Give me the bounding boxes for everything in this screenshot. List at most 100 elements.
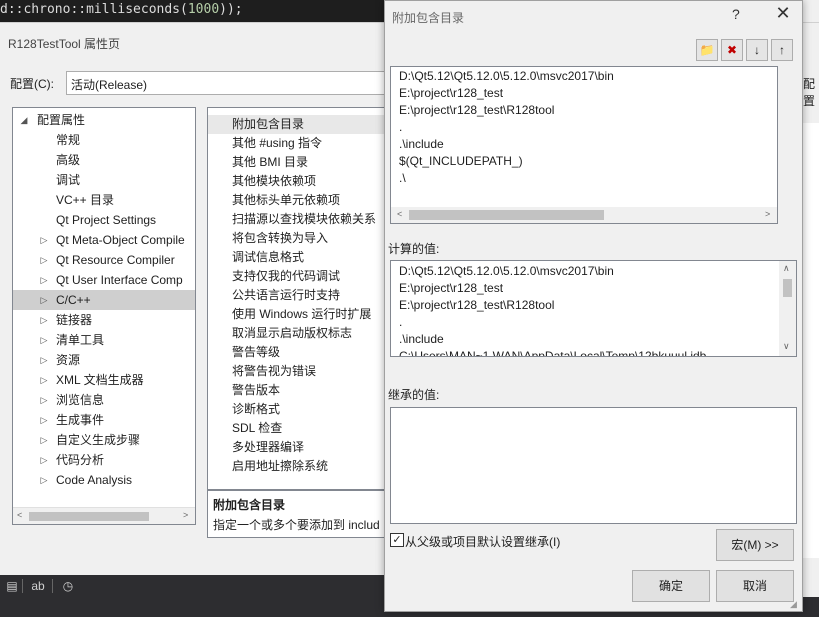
collapsed-arrow-icon[interactable]: ▷ (39, 270, 49, 290)
collapsed-arrow-icon[interactable]: ▷ (39, 330, 49, 350)
tree-item[interactable]: ▷ 生成事件 (13, 410, 195, 430)
property-tree[interactable]: ◢ 配置属性 常规 高级 调试 VC++ 目录 Qt Project Settings ▷ Qt… (12, 107, 196, 525)
include-dir-line[interactable]: $(Qt_INCLUDEPATH_) (399, 153, 523, 170)
include-dir-line[interactable]: D:\Qt5.12\Qt5.12.0\5.12.0\msvc2017\bin (399, 68, 614, 85)
property-row[interactable]: SDL 检查 (208, 419, 386, 438)
property-row[interactable]: 将包含转换为导入 (208, 229, 386, 248)
scroll-down-icon[interactable]: ∨ (783, 341, 790, 352)
collapsed-arrow-icon[interactable]: ▷ (39, 390, 49, 410)
tree-item[interactable]: ▷ Qt Resource Compiler (13, 250, 195, 270)
editor-horizontal-scrollbar[interactable]: < > (391, 207, 777, 223)
scroll-right-icon[interactable]: > (183, 510, 188, 520)
collapsed-arrow-icon[interactable]: ▷ (39, 250, 49, 270)
help-icon[interactable]: ? (732, 6, 740, 22)
collapsed-arrow-icon[interactable]: ▷ (39, 310, 49, 330)
tree-item-label: Qt Resource Compiler (56, 253, 175, 267)
include-dir-line[interactable]: . (399, 119, 402, 136)
tree-item[interactable]: ▷ 代码分析 (13, 450, 195, 470)
format-icon[interactable]: ab (30, 578, 46, 594)
editor-scroll-thumb[interactable] (409, 210, 604, 220)
expanded-arrow-icon[interactable]: ◢ (19, 110, 29, 130)
property-row[interactable]: 附加包含目录 (208, 115, 386, 134)
resize-grip-icon[interactable]: ◢ (790, 599, 800, 609)
property-row[interactable]: 扫描源以查找模块依赖关系 (208, 210, 386, 229)
property-row[interactable]: 支持仅我的代码调试 (208, 267, 386, 286)
cancel-button[interactable]: 取消 (716, 570, 794, 602)
property-row[interactable]: 其他 BMI 目录 (208, 153, 386, 172)
tree-item-label: VC++ 目录 (56, 193, 115, 207)
tree-item[interactable]: ▷ 自定义生成步骤 (13, 430, 195, 450)
property-row[interactable]: 启用地址擦除系统 (208, 457, 386, 476)
inherit-checkbox[interactable]: ✓ (390, 533, 404, 547)
collapsed-arrow-icon[interactable]: ▷ (39, 450, 49, 470)
include-dirs-editor[interactable]: D:\Qt5.12\Qt5.12.0\5.12.0\msvc2017\bin E:… (390, 66, 778, 224)
tree-item-label: 资源 (56, 353, 81, 367)
property-row[interactable]: 其他 #using 指令 (208, 134, 386, 153)
collapsed-arrow-icon[interactable]: ▷ (39, 290, 49, 310)
scroll-up-icon[interactable]: ∧ (783, 263, 790, 274)
tree-item[interactable]: ▷ 资源 (13, 350, 195, 370)
tree-item[interactable]: 高级 (13, 150, 195, 170)
tree-item[interactable]: ▷ 清单工具 (13, 330, 195, 350)
tree-item[interactable]: ▷ 浏览信息 (13, 390, 195, 410)
include-dir-line[interactable]: E:\project\r128_test (399, 85, 503, 102)
tree-item[interactable]: ▷ 链接器 (13, 310, 195, 330)
property-list[interactable]: 附加包含目录 其他 #using 指令 其他 BMI 目录 其他模块依赖项 其他标头单元… (207, 107, 387, 490)
collapsed-arrow-icon[interactable]: ▷ (39, 370, 49, 390)
tree-item[interactable]: VC++ 目录 (13, 190, 195, 210)
status-divider (22, 579, 23, 593)
property-row[interactable]: 警告版本 (208, 381, 386, 400)
scroll-right-icon[interactable]: > (765, 209, 770, 219)
tree-item[interactable]: ▷ Code Analysis (13, 470, 195, 490)
description-text: 指定一个或多个要添加到 includ (213, 518, 380, 532)
collapsed-arrow-icon[interactable]: ▷ (39, 350, 49, 370)
config-label: 配置(C): (10, 77, 54, 91)
collapsed-arrow-icon[interactable]: ▷ (39, 410, 49, 430)
close-icon[interactable]: ✕ (772, 3, 794, 24)
tree-scroll-thumb[interactable] (29, 512, 149, 521)
property-row[interactable]: 取消显示启动版权标志 (208, 324, 386, 343)
property-row[interactable]: 将警告视为错误 (208, 362, 386, 381)
scroll-left-icon[interactable]: < (397, 209, 402, 219)
grid-icon[interactable]: ▤ (4, 578, 20, 594)
config-manager-label[interactable]: 配置 (803, 75, 819, 109)
property-row[interactable]: 使用 Windows 运行时扩展 (208, 305, 386, 324)
delete-icon[interactable]: ✖ (721, 39, 743, 61)
tree-item[interactable]: 调试 (13, 170, 195, 190)
include-dir-line[interactable]: .\ (399, 170, 406, 187)
clock-icon[interactable]: ◷ (60, 578, 76, 594)
tree-item[interactable]: ▷ Qt Meta-Object Compile (13, 230, 195, 250)
property-row[interactable]: 调试信息格式 (208, 248, 386, 267)
property-row[interactable]: 公共语言运行时支持 (208, 286, 386, 305)
tree-item[interactable]: 常规 (13, 130, 195, 150)
tree-item[interactable]: ▷ C/C++ (13, 290, 195, 310)
tree-item[interactable]: ▷ XML 文档生成器 (13, 370, 195, 390)
tree-item[interactable]: Qt Project Settings (13, 210, 195, 230)
ok-button[interactable]: 确定 (632, 570, 710, 602)
new-line-icon[interactable]: 📁 (696, 39, 718, 61)
tree-item-label: Qt Project Settings (56, 213, 157, 227)
scroll-left-icon[interactable]: < (17, 510, 22, 520)
include-dir-line[interactable]: E:\project\r128_test\R128tool (399, 102, 554, 119)
move-down-icon[interactable]: ↓ (746, 39, 768, 61)
property-row[interactable]: 诊断格式 (208, 400, 386, 419)
property-row[interactable]: 其他模块依赖项 (208, 172, 386, 191)
computed-vertical-scrollbar[interactable]: ∧ ∨ (779, 261, 796, 356)
move-up-icon[interactable]: ↑ (771, 39, 793, 61)
collapsed-arrow-icon[interactable]: ▷ (39, 470, 49, 490)
tree-item[interactable]: ◢ 配置属性 (13, 110, 195, 130)
description-title: 附加包含目录 (213, 498, 286, 512)
tree-item[interactable]: ▷ Qt User Interface Comp (13, 270, 195, 290)
tree-horizontal-scrollbar[interactable]: < > (13, 507, 195, 524)
code-number: 1000 (187, 2, 220, 17)
property-row[interactable]: 警告等级 (208, 343, 386, 362)
macro-button[interactable]: 宏(M) >> (716, 529, 794, 561)
config-select[interactable]: 活动(Release) (66, 71, 386, 95)
collapsed-arrow-icon[interactable]: ▷ (39, 430, 49, 450)
collapsed-arrow-icon[interactable]: ▷ (39, 230, 49, 250)
computed-scroll-thumb[interactable] (783, 279, 792, 297)
property-row[interactable]: 多处理器编译 (208, 438, 386, 457)
property-row[interactable]: 其他标头单元依赖项 (208, 191, 386, 210)
include-dir-line[interactable]: .\include (399, 136, 444, 153)
inherit-checkbox-label[interactable]: 从父级或项目默认设置继承(I) (405, 533, 560, 550)
